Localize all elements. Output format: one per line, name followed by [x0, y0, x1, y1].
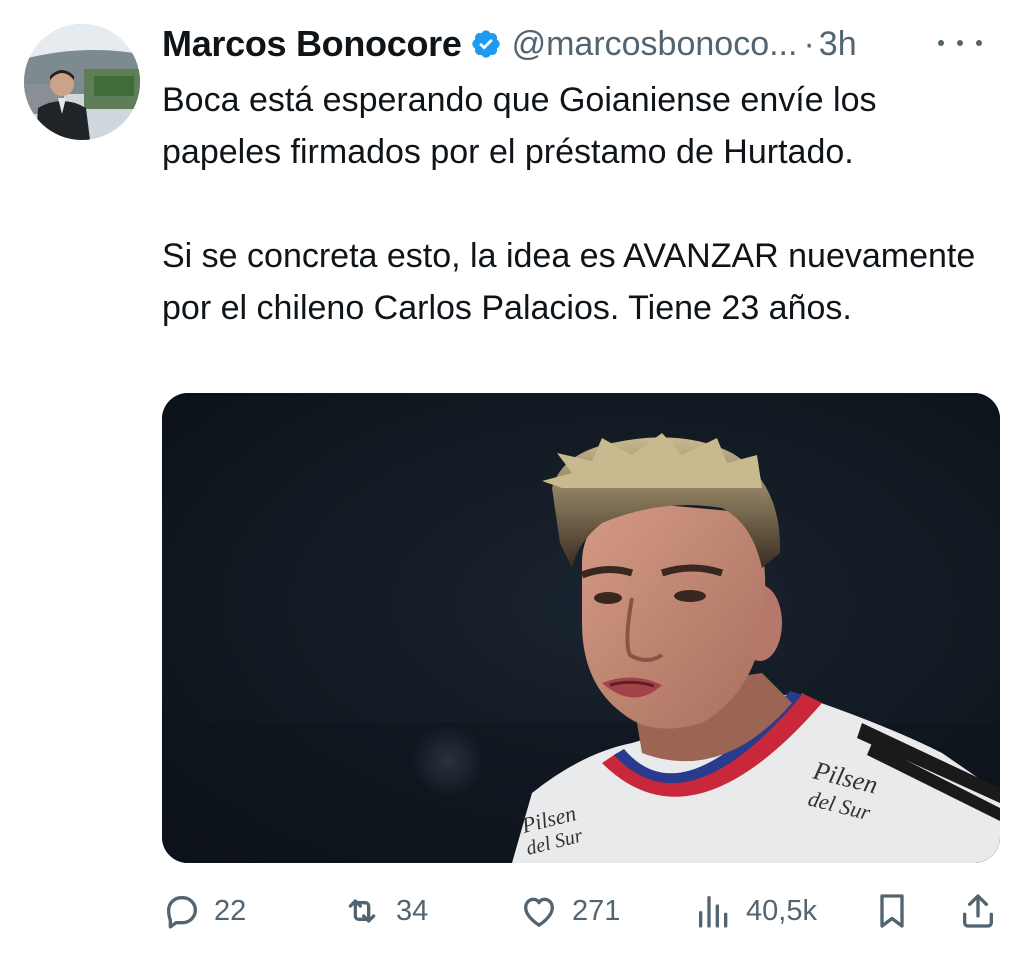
tweet-text: Boca está esperando que Goianiense envíe…: [162, 74, 1002, 334]
reply-count: 22: [214, 894, 247, 927]
more-options-icon[interactable]: [938, 28, 982, 58]
heart-icon: [524, 897, 554, 927]
verified-badge-icon: [470, 28, 502, 60]
share-icon: [963, 894, 993, 928]
retweet-count: 34: [396, 894, 429, 927]
retweet-icon: [348, 899, 376, 923]
like-count: 271: [572, 894, 621, 927]
display-name[interactable]: Marcos Bonocore: [162, 23, 462, 65]
avatar-photo: [24, 24, 140, 140]
timestamp[interactable]: 3h: [819, 25, 857, 64]
share-button[interactable]: [958, 884, 998, 938]
tweet-actions: 22 34 271 40,5k: [162, 884, 1002, 938]
author-handle[interactable]: @marcosbonoco...: [512, 25, 798, 64]
bookmark-button[interactable]: [872, 884, 912, 938]
avatar[interactable]: [24, 24, 140, 140]
reply-button[interactable]: 22: [162, 884, 246, 938]
views-count: 40,5k: [746, 894, 817, 927]
player-photo: Pilsen del Sur Pilsen del Sur: [162, 393, 1000, 863]
tweet-header: Marcos Bonocore @marcosbonoco... · 3h: [162, 20, 1002, 68]
like-button[interactable]: 271: [518, 884, 620, 938]
retweet-button[interactable]: 34: [340, 884, 428, 938]
separator-dot: ·: [803, 24, 815, 63]
bookmark-icon: [880, 894, 904, 928]
views-button[interactable]: 40,5k: [694, 884, 817, 938]
tweet-paragraph-2: Si se concreta esto, la idea es AVANZAR …: [162, 237, 976, 327]
reply-icon: [167, 896, 197, 929]
tweet-media-image[interactable]: Pilsen del Sur Pilsen del Sur: [162, 393, 1000, 863]
tweet-paragraph-1: Boca está esperando que Goianiense envíe…: [162, 81, 877, 171]
views-chart-icon: [699, 896, 728, 928]
